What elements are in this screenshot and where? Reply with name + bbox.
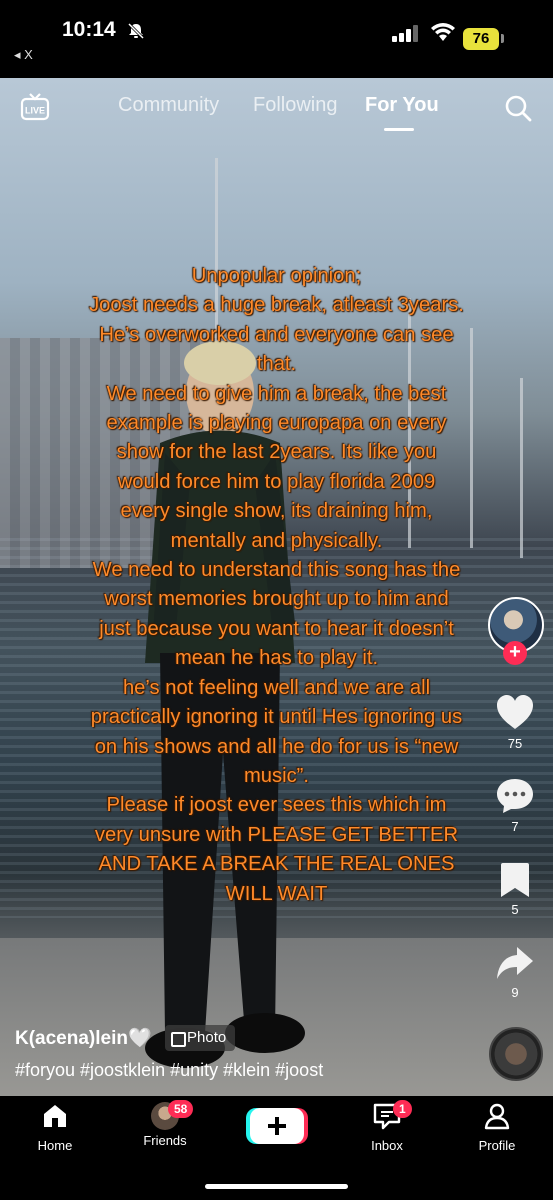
post-hashtags[interactable]: #foryou #joostklein #unity #klein #joost [15, 1060, 323, 1081]
overlay-text-line: practically ignoring it until Hes ignori… [90, 706, 463, 729]
home-icon [44, 1105, 66, 1127]
comment-count: 7 [511, 819, 519, 834]
friends-badge: 58 [168, 1100, 194, 1118]
post-overlay-text: Unpopular opinion; Joost needs a huge bre… [30, 262, 523, 909]
nav-friends[interactable]: Friends [120, 1102, 210, 1148]
bookmark-icon[interactable] [495, 860, 535, 900]
nav-home[interactable]: Home [10, 1102, 100, 1153]
overlay-text-line: mean he has to play it. [174, 647, 379, 670]
tab-for-you[interactable]: For You [365, 94, 439, 117]
share-icon[interactable] [495, 943, 535, 983]
photo-icon [171, 1032, 186, 1047]
like-count: 75 [507, 736, 523, 751]
overlay-text-line: WILL WAIT [225, 882, 328, 905]
creator-username[interactable]: K(acena)lein🤍 [15, 1026, 152, 1050]
comment-icon[interactable] [495, 776, 535, 816]
overlay-text-line: show for the last 2years. Its like you [116, 441, 437, 464]
battery-icon: 76 [463, 28, 499, 50]
overlay-text-line: AND TAKE A BREAK THE REAL ONES [98, 853, 455, 876]
overlay-text-line: worst memories brought up to him and [104, 588, 449, 611]
back-to-app-link[interactable]: ◂ X [14, 47, 33, 63]
search-icon[interactable] [503, 93, 533, 123]
overlay-text-line: he’s not feeling well and we are all [122, 676, 431, 699]
overlay-text-line: that. [256, 353, 297, 376]
music-disc[interactable] [489, 1027, 543, 1081]
tab-following[interactable]: Following [253, 94, 337, 117]
overlay-text-line: Unpopular opinion; [191, 265, 362, 287]
overlay-text-line: We need to understand this song has the [92, 559, 461, 582]
overlay-text-line: on his shows and all he do for us is “ne… [94, 735, 459, 758]
nav-profile-label: Profile [478, 1138, 516, 1153]
profile-icon [484, 1103, 510, 1130]
overlay-text-line: mentally and physically. [170, 529, 383, 552]
tab-community[interactable]: Community [118, 94, 219, 117]
overlay-text-line: would force him to play florida 2009 [117, 470, 436, 493]
photo-badge-label: Photo [187, 1029, 227, 1046]
overlay-text-line: We need to give him a break, the best [106, 382, 447, 405]
inbox-badge: 1 [393, 1100, 412, 1118]
nav-inbox-label: Inbox [371, 1138, 403, 1153]
heart-icon[interactable] [495, 693, 535, 733]
nav-home-label: Home [37, 1138, 73, 1153]
save-count: 5 [511, 902, 519, 917]
bell-slash-icon [127, 22, 145, 40]
overlay-text-line: He’s overworked and everyone can see [99, 323, 454, 346]
status-time: 10:14 [62, 18, 116, 41]
live-icon[interactable]: LIVE [20, 92, 50, 122]
overlay-text-line: example is playing europapa on every [106, 412, 447, 435]
nav-profile[interactable]: Profile [452, 1102, 542, 1153]
overlay-text-line: music”. [243, 764, 310, 787]
nav-friends-label: Friends [143, 1133, 187, 1148]
wifi-icon [431, 23, 455, 41]
home-indicator [205, 1184, 348, 1189]
overlay-text-line: every single show, its draining him, [120, 500, 433, 523]
create-plus-icon[interactable] [246, 1108, 308, 1144]
share-count: 9 [511, 985, 519, 1000]
post-media[interactable]: Unpopular opinion; Joost needs a huge bre… [0, 78, 553, 1096]
signal-icon [392, 25, 418, 42]
overlay-text-line: Please if joost ever sees this which im [106, 794, 447, 817]
live-label: LIVE [25, 106, 45, 116]
follow-button[interactable]: + [503, 641, 527, 665]
overlay-text-line: Joost needs a huge break, atleast 3years… [89, 294, 464, 317]
nav-inbox[interactable]: Inbox [342, 1102, 432, 1153]
overlay-text-line: very unsure with PLEASE GET BETTER [94, 823, 459, 846]
battery-nub [501, 34, 504, 43]
active-tab-indicator [384, 128, 414, 131]
overlay-text-line: just because you want to hear it doesn’t [99, 617, 454, 640]
photo-badge: Photo [165, 1025, 235, 1051]
